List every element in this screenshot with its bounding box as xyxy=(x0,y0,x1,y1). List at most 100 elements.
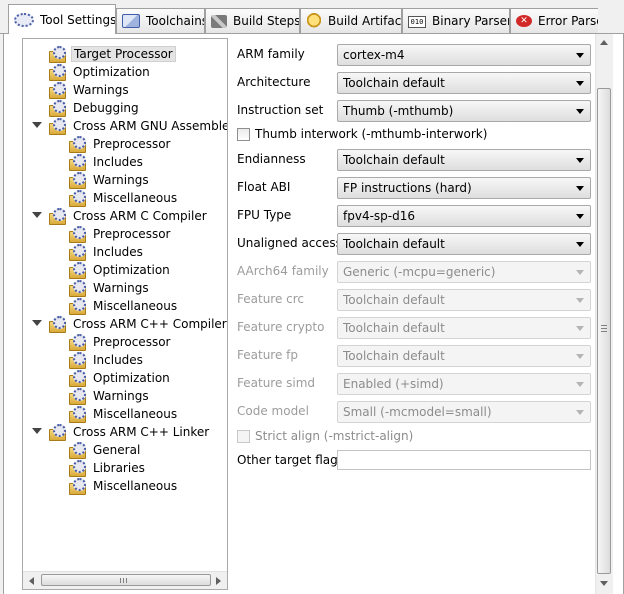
scrollbar-thumb[interactable] xyxy=(41,574,211,586)
tree-item-label: Cross ARM C++ Linker xyxy=(73,425,210,439)
build-artifact-icon xyxy=(306,13,322,29)
scroll-left-icon[interactable] xyxy=(29,577,34,585)
instruction-set-select[interactable]: Thumb (-mthumb) xyxy=(337,100,591,122)
architecture-value: Toolchain default xyxy=(343,76,445,90)
tab-toolchains[interactable]: Toolchains xyxy=(116,8,205,33)
settings-folder-icon xyxy=(69,280,87,297)
checkbox-box[interactable] xyxy=(237,127,250,141)
tree-item-debugging[interactable]: Debugging xyxy=(49,99,141,117)
unaligned-access-value: Toolchain default xyxy=(343,237,445,251)
aarch64-family-select: Generic (-mcpu=generic) xyxy=(337,261,591,283)
settings-folder-icon xyxy=(69,460,87,477)
float-abi-label: Float ABI xyxy=(237,180,291,194)
tree-item-label: Optimization xyxy=(73,65,150,79)
feature-fp-label: Feature fp xyxy=(237,348,299,362)
tab-tool-settings[interactable]: Tool Settings xyxy=(8,4,116,34)
tab-build-steps[interactable]: Build Steps xyxy=(205,8,300,33)
settings-folder-icon xyxy=(49,64,67,81)
tree-item-general[interactable]: General xyxy=(69,441,142,459)
checkbox-box xyxy=(237,429,250,443)
tree-item-label: Miscellaneous xyxy=(93,191,178,205)
settings-tree[interactable]: Target Processor Optimization Warnings Debu… xyxy=(22,38,228,590)
tree-item-includes[interactable]: Includes xyxy=(69,351,145,369)
fpu-type-label: FPU Type xyxy=(237,208,292,222)
chevron-down-icon xyxy=(576,53,584,58)
tree-item-includes[interactable]: Includes xyxy=(69,153,145,171)
code-model-select: Small (-mcmodel=small) xyxy=(337,401,591,423)
build-steps-icon xyxy=(211,14,227,28)
tree-item-miscellaneous[interactable]: Miscellaneous xyxy=(69,477,179,495)
tree-item-optimization[interactable]: Optimization xyxy=(69,261,172,279)
error-icon: ✕ xyxy=(516,15,532,27)
expand-toggle-icon[interactable] xyxy=(32,211,42,220)
tree-item-warnings[interactable]: Warnings xyxy=(69,387,151,405)
settings-folder-icon xyxy=(69,154,87,171)
float-abi-select[interactable]: FP instructions (hard) xyxy=(337,177,591,199)
tree-item-warnings[interactable]: Warnings xyxy=(69,171,151,189)
tree-item-miscellaneous[interactable]: Miscellaneous xyxy=(69,405,179,423)
tree-item-preprocessor[interactable]: Preprocessor xyxy=(69,225,172,243)
chevron-down-icon xyxy=(576,298,584,303)
tab-binary-parsers[interactable]: 010 Binary Parsers xyxy=(402,8,510,33)
tree-item-miscellaneous[interactable]: Miscellaneous xyxy=(69,189,179,207)
endianness-select[interactable]: Toolchain default xyxy=(337,149,591,171)
tree-item-includes[interactable]: Includes xyxy=(69,243,145,261)
feature-simd-value: Enabled (+simd) xyxy=(343,377,444,391)
tree-item-label: Miscellaneous xyxy=(93,479,178,493)
tree-horizontal-scrollbar[interactable] xyxy=(23,571,227,589)
vertical-scrollbar[interactable] xyxy=(595,34,613,594)
expand-toggle-icon[interactable] xyxy=(32,427,42,436)
tree-item-cross-arm-gnu-assembler[interactable]: Cross ARM GNU Assembler xyxy=(32,117,227,135)
tree-item-preprocessor[interactable]: Preprocessor xyxy=(69,333,172,351)
scrollbar-thumb[interactable] xyxy=(597,88,611,574)
chevron-down-icon xyxy=(576,109,584,114)
tree-item-target-processor[interactable]: Target Processor xyxy=(49,45,176,63)
tree-item-libraries[interactable]: Libraries xyxy=(69,459,147,477)
tree-item-label: Includes xyxy=(93,155,143,169)
fpu-type-select[interactable]: fpv4-sp-d16 xyxy=(337,205,591,227)
aarch64-family-label: AArch64 family xyxy=(237,264,329,278)
endianness-value: Toolchain default xyxy=(343,153,445,167)
tab-build-artifact[interactable]: Build Artifact xyxy=(300,8,402,33)
scroll-down-icon[interactable] xyxy=(600,581,608,586)
unaligned-access-select[interactable]: Toolchain default xyxy=(337,233,591,255)
chevron-down-icon xyxy=(576,81,584,86)
architecture-select[interactable]: Toolchain default xyxy=(337,72,591,94)
tree-item-warnings[interactable]: Warnings xyxy=(49,81,131,99)
tree-item-optimization[interactable]: Optimization xyxy=(49,63,152,81)
settings-folder-icon xyxy=(69,136,87,153)
settings-folder-icon xyxy=(69,244,87,261)
settings-folder-icon xyxy=(69,298,87,315)
tree-item-cross-arm-c-compiler[interactable]: Cross ARM C Compiler xyxy=(32,207,209,225)
strict-align-checkbox: Strict align (-mstrict-align) xyxy=(237,427,413,445)
toolchain-icon xyxy=(122,14,140,28)
scroll-up-icon[interactable] xyxy=(600,40,608,45)
chevron-down-icon xyxy=(576,270,584,275)
tree-item-label: Miscellaneous xyxy=(93,407,178,421)
arm-family-select[interactable]: cortex-m4 xyxy=(337,44,591,66)
tree-item-warnings[interactable]: Warnings xyxy=(69,279,151,297)
binary-parser-icon: 010 xyxy=(408,16,426,28)
float-abi-value: FP instructions (hard) xyxy=(343,181,472,195)
tree-item-miscellaneous[interactable]: Miscellaneous xyxy=(69,297,179,315)
tree-item-label: Preprocessor xyxy=(93,335,171,349)
tree-item-cross-arm-c-compiler[interactable]: Cross ARM C++ Compiler xyxy=(32,315,227,333)
tab-error-parsers[interactable]: ✕ Error Parse xyxy=(510,8,598,33)
thumb-interwork-checkbox[interactable]: Thumb interwork (-mthumb-interwork) xyxy=(237,125,487,143)
settings-folder-icon xyxy=(69,406,87,423)
scroll-right-icon[interactable] xyxy=(216,577,221,585)
feature-crypto-value: Toolchain default xyxy=(343,321,445,335)
tree-item-label: Includes xyxy=(93,353,143,367)
feature-crc-select: Toolchain default xyxy=(337,289,591,311)
feature-crc-label: Feature crc xyxy=(237,292,305,306)
expand-toggle-icon[interactable] xyxy=(32,121,42,130)
tree-item-optimization[interactable]: Optimization xyxy=(69,369,172,387)
feature-crc-value: Toolchain default xyxy=(343,293,445,307)
other-target-flags-input[interactable] xyxy=(337,450,591,470)
tab-label: Binary Parsers xyxy=(432,14,510,28)
tree-item-label: Includes xyxy=(93,245,143,259)
tree-item-preprocessor[interactable]: Preprocessor xyxy=(69,135,172,153)
tree-item-label: Warnings xyxy=(93,281,149,295)
tree-item-cross-arm-c-linker[interactable]: Cross ARM C++ Linker xyxy=(32,423,211,441)
expand-toggle-icon[interactable] xyxy=(32,319,42,328)
